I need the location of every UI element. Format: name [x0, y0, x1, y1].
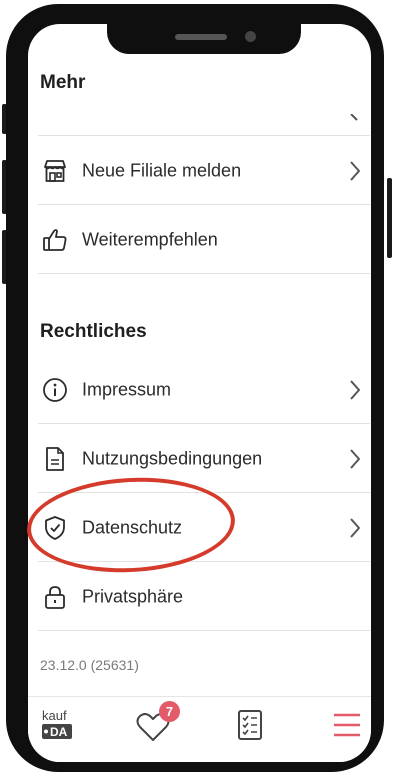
list-item-recommend[interactable]: Weiterempfehlen [36, 205, 370, 274]
chevron-right-icon [350, 448, 360, 469]
tab-favorites[interactable]: 7 [133, 701, 183, 749]
section-title-legal: Rechtliches [40, 321, 147, 342]
list-item-label: Privatsphäre [82, 586, 184, 606]
list-item-label: Impressum [82, 379, 172, 399]
tab-menu[interactable] [328, 705, 371, 749]
list-item-report-store[interactable]: Neue Filiale melden [36, 136, 370, 205]
info-icon [43, 377, 67, 402]
list-item-imprint[interactable]: Impressum [36, 355, 370, 424]
logo-text-bottom: DA [50, 725, 68, 739]
tab-home[interactable]: kauf DA [36, 705, 86, 749]
kaufda-logo: kauf DA [42, 708, 72, 739]
bottom-tab-bar: kauf DA 7 [28, 696, 371, 762]
list-item-terms[interactable]: Nutzungsbedingungen [36, 424, 370, 493]
app-screen: Mehr Neue Filiale melden Weiterempfehlen… [28, 24, 371, 762]
lock-icon [45, 585, 65, 609]
list-item-partial[interactable] [36, 88, 370, 136]
favorites-badge: 7 [159, 701, 180, 722]
thumbs-up-icon [43, 228, 67, 251]
divider [38, 630, 370, 631]
chevron-right-icon [350, 379, 360, 400]
notch [107, 22, 301, 54]
store-icon [44, 159, 66, 182]
phone-frame: Mehr Neue Filiale melden Weiterempfehlen… [6, 4, 384, 772]
app-version: 23.12.0 (25631) [40, 657, 139, 673]
list-item-privacy-settings[interactable]: Privatsphäre [36, 562, 370, 631]
menu-icon [334, 713, 360, 737]
document-icon [46, 446, 64, 471]
side-button-power [387, 178, 392, 258]
tab-shopping-list[interactable] [230, 705, 280, 749]
list-item-label: Nutzungsbedingungen [82, 448, 263, 468]
speaker [175, 34, 227, 40]
chevron-right-icon [350, 114, 358, 121]
front-camera [245, 31, 256, 42]
divider [38, 273, 370, 274]
list-item-label: Neue Filiale melden [82, 160, 242, 180]
chevron-right-icon [350, 160, 360, 181]
list-item-label: Weiterempfehlen [82, 229, 218, 249]
chevron-right-icon [350, 517, 360, 538]
checklist-icon [238, 710, 262, 740]
logo-text-top: kauf [42, 708, 67, 723]
